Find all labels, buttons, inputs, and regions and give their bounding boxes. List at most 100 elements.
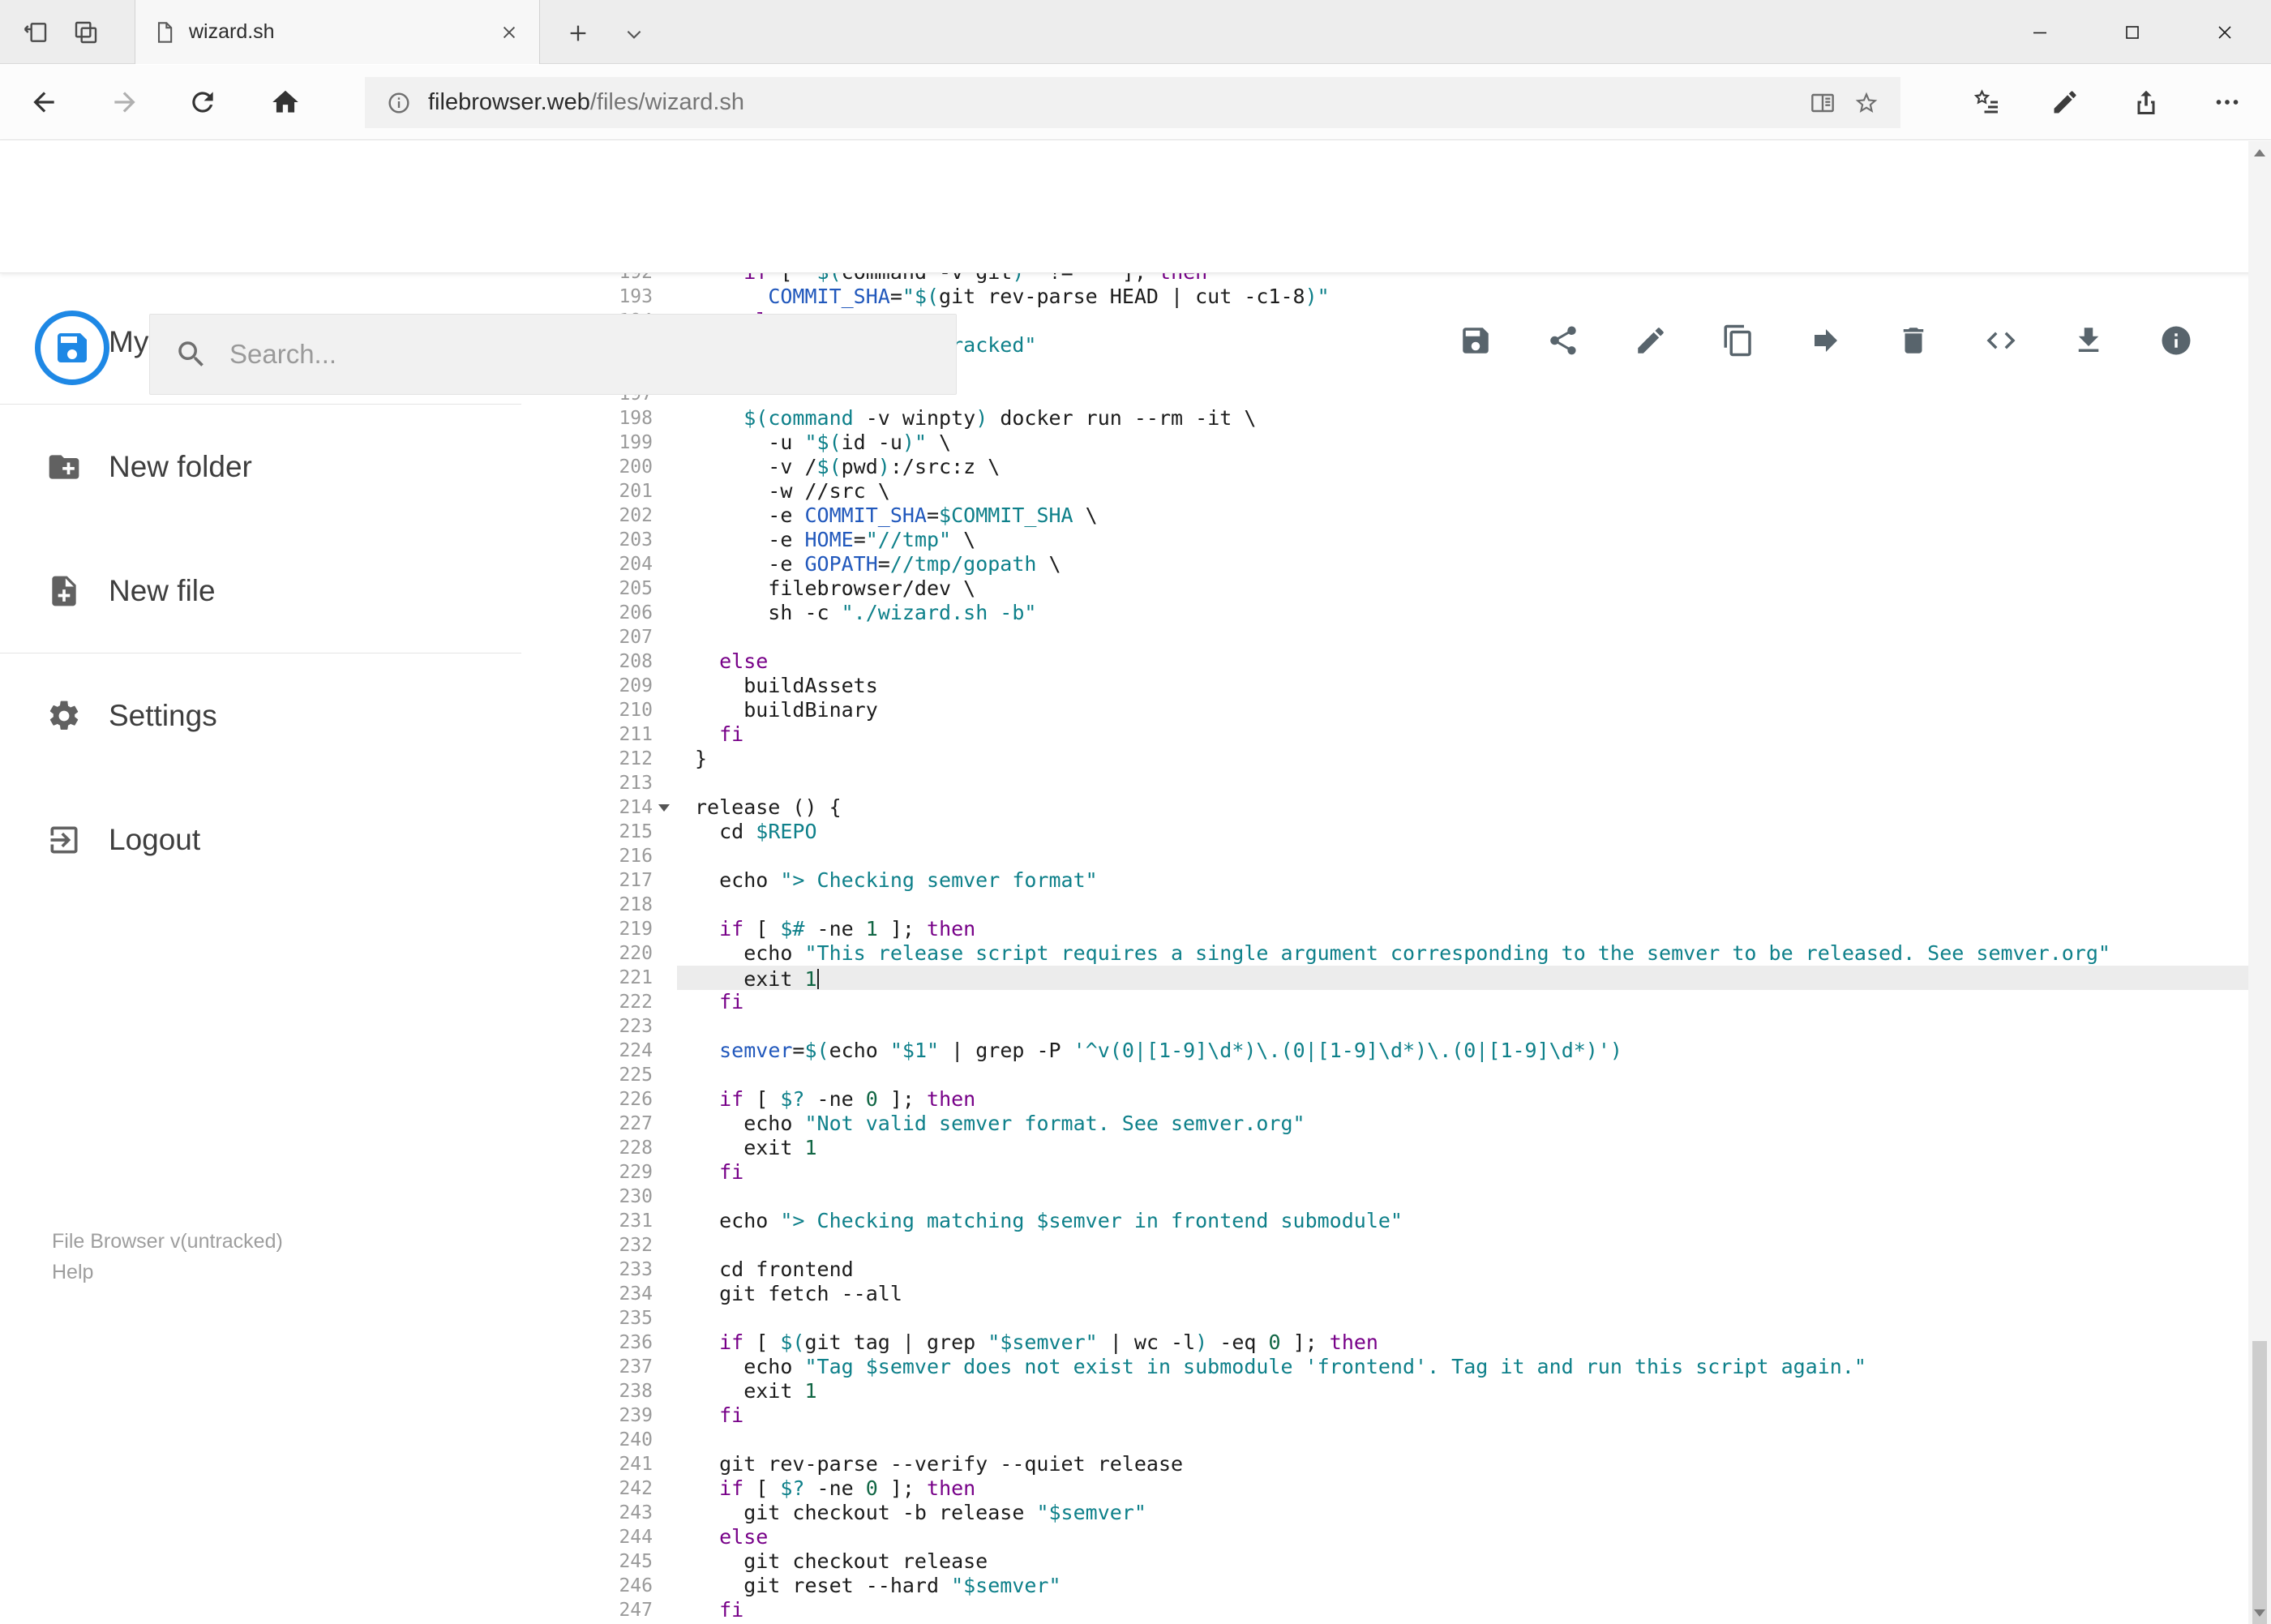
code-line[interactable]: 230 xyxy=(521,1185,2248,1209)
maximize-button[interactable] xyxy=(2086,0,2179,64)
fold-arrow-icon[interactable] xyxy=(658,804,670,812)
share-icon[interactable] xyxy=(2120,76,2172,128)
code-line[interactable]: 219 if [ $# -ne 1 ]; then xyxy=(521,917,2248,941)
forward-button[interactable] xyxy=(99,76,151,128)
code-line[interactable]: 220 echo "This release script requires a… xyxy=(521,941,2248,966)
code-line[interactable]: 244 else xyxy=(521,1525,2248,1549)
save-button[interactable] xyxy=(1459,324,1493,358)
code-line[interactable]: 198 $(command -v winpty) docker run --rm… xyxy=(521,406,2248,431)
browser-tab[interactable]: wizard.sh xyxy=(135,0,540,64)
code-line[interactable]: 229 fi xyxy=(521,1160,2248,1185)
code-line[interactable]: 209 buildAssets xyxy=(521,674,2248,698)
set-aside-tabs-icon[interactable] xyxy=(19,16,52,49)
code-line[interactable]: 208 else xyxy=(521,649,2248,674)
address-bar[interactable]: filebrowser.web/files/wizard.sh xyxy=(365,77,1900,128)
tab-preview-icon[interactable] xyxy=(70,16,102,49)
code-line[interactable]: 233 cd frontend xyxy=(521,1258,2248,1282)
floppy-disk-logo[interactable] xyxy=(35,311,109,385)
favorite-star-icon[interactable] xyxy=(1852,88,1881,118)
code-line[interactable]: 237 echo "Tag $semver does not exist in … xyxy=(521,1355,2248,1379)
tab-list-chevron-icon[interactable] xyxy=(618,18,650,50)
code-line[interactable]: 192 if [ "$(command -v git)" != "" ]; th… xyxy=(521,273,2248,285)
code-line[interactable]: 217 echo "> Checking semver format" xyxy=(521,868,2248,893)
code-line[interactable]: 213 xyxy=(521,771,2248,795)
info-button[interactable] xyxy=(2159,324,2193,358)
code-line[interactable]: 215 cd $REPO xyxy=(521,820,2248,844)
code-line[interactable]: 226 if [ $? -ne 0 ]; then xyxy=(521,1087,2248,1112)
code-line[interactable]: 225 xyxy=(521,1063,2248,1087)
sidebar-item-logout[interactable]: Logout xyxy=(0,778,521,902)
code-line[interactable]: 199 -u "$(id -u)" \ xyxy=(521,431,2248,455)
code-line[interactable]: 247 fi xyxy=(521,1598,2248,1622)
code-line[interactable]: 240 xyxy=(521,1428,2248,1452)
ellipsis-icon[interactable] xyxy=(2201,76,2253,128)
scroll-down-arrow[interactable] xyxy=(2248,1601,2271,1624)
share-button[interactable] xyxy=(1546,324,1580,358)
scrollbar-thumb[interactable] xyxy=(2252,1341,2267,1624)
code-line[interactable]: 227 echo "Not valid semver format. See s… xyxy=(521,1112,2248,1136)
code-line[interactable]: 193 COMMIT_SHA="$(git rev-parse HEAD | c… xyxy=(521,285,2248,309)
code-line[interactable]: 212} xyxy=(521,747,2248,771)
code-line[interactable]: 210 buildBinary xyxy=(521,698,2248,722)
code-line[interactable]: 235 xyxy=(521,1306,2248,1330)
code-line[interactable]: 223 xyxy=(521,1014,2248,1039)
code-line[interactable]: 239 fi xyxy=(521,1403,2248,1428)
minimize-button[interactable] xyxy=(1994,0,2086,64)
code-line[interactable]: 246 git reset --hard "$semver" xyxy=(521,1574,2248,1598)
code-line[interactable]: 243 git checkout -b release "$semver" xyxy=(521,1501,2248,1525)
edit-button[interactable] xyxy=(1634,324,1668,358)
web-note-pen-icon[interactable] xyxy=(2039,76,2091,128)
source-code-button[interactable] xyxy=(1984,324,2018,358)
reading-view-icon[interactable] xyxy=(1808,88,1837,118)
code-line[interactable]: 203 -e HOME="//tmp" \ xyxy=(521,528,2248,552)
code-line[interactable]: 200 -v /$(pwd):/src:z \ xyxy=(521,455,2248,479)
favorites-hub-icon[interactable] xyxy=(1960,76,2012,128)
code-line[interactable]: 232 xyxy=(521,1233,2248,1258)
sidebar-item-new-file[interactable]: New file xyxy=(0,529,521,653)
copy-button[interactable] xyxy=(1721,324,1755,358)
code-line[interactable]: 242 if [ $? -ne 0 ]; then xyxy=(521,1476,2248,1501)
code-line[interactable]: 207 xyxy=(521,625,2248,649)
code-line[interactable]: 224 semver=$(echo "$1" | grep -P '^v(0|[… xyxy=(521,1039,2248,1063)
tab-close-icon[interactable] xyxy=(497,20,521,45)
move-button[interactable] xyxy=(1809,324,1843,358)
sidebar-item-new-folder[interactable]: New folder xyxy=(0,405,521,529)
code-line[interactable]: 222 fi xyxy=(521,990,2248,1014)
scroll-up-arrow[interactable] xyxy=(2248,141,2271,164)
code-line[interactable]: 216 xyxy=(521,844,2248,868)
refresh-button[interactable] xyxy=(177,76,229,128)
sidebar-item-settings[interactable]: Settings xyxy=(0,653,521,778)
code-line[interactable]: 234 git fetch --all xyxy=(521,1282,2248,1306)
search-input[interactable] xyxy=(229,339,932,370)
info-circle-icon[interactable] xyxy=(384,88,413,118)
line-gutter: 233 xyxy=(521,1258,677,1282)
code-line[interactable]: 205 filebrowser/dev \ xyxy=(521,576,2248,601)
code-editor[interactable]: 192 if [ "$(command -v git)" != "" ]; th… xyxy=(521,273,2248,1624)
back-button[interactable] xyxy=(18,76,70,128)
close-button[interactable] xyxy=(2179,0,2271,64)
code-line[interactable]: 202 -e COMMIT_SHA=$COMMIT_SHA \ xyxy=(521,503,2248,528)
sidebar-item-label: Logout xyxy=(109,822,201,856)
code-line[interactable]: 201 -w //src \ xyxy=(521,479,2248,503)
code-line[interactable]: 231 echo "> Checking matching $semver in… xyxy=(521,1209,2248,1233)
new-tab-button[interactable] xyxy=(559,15,597,52)
code-line[interactable]: 218 xyxy=(521,893,2248,917)
line-number: 227 xyxy=(619,1113,653,1134)
code-line[interactable]: 214 release () { xyxy=(521,795,2248,820)
code-line[interactable]: 228 exit 1 xyxy=(521,1136,2248,1160)
home-button[interactable] xyxy=(259,76,311,128)
code-line[interactable]: 245 git checkout release xyxy=(521,1549,2248,1574)
delete-button[interactable] xyxy=(1896,324,1930,358)
search-box[interactable] xyxy=(149,314,957,395)
page-scrollbar[interactable] xyxy=(2248,141,2271,1624)
code-line[interactable]: 211 fi xyxy=(521,722,2248,747)
code-line[interactable]: 236 if [ $(git tag | grep "$semver" | wc… xyxy=(521,1330,2248,1355)
code-line[interactable]: 221 exit 1 xyxy=(521,966,2248,991)
code-line[interactable]: 206 sh -c "./wizard.sh -b" xyxy=(521,601,2248,625)
help-link[interactable]: Help xyxy=(52,1257,283,1288)
code-line[interactable]: 241 git rev-parse --verify --quiet relea… xyxy=(521,1452,2248,1476)
sidebar-item-label: New folder xyxy=(109,449,252,483)
code-line[interactable]: 238 exit 1 xyxy=(521,1379,2248,1403)
code-line[interactable]: 204 -e GOPATH=//tmp/gopath \ xyxy=(521,552,2248,576)
download-button[interactable] xyxy=(2072,324,2106,358)
